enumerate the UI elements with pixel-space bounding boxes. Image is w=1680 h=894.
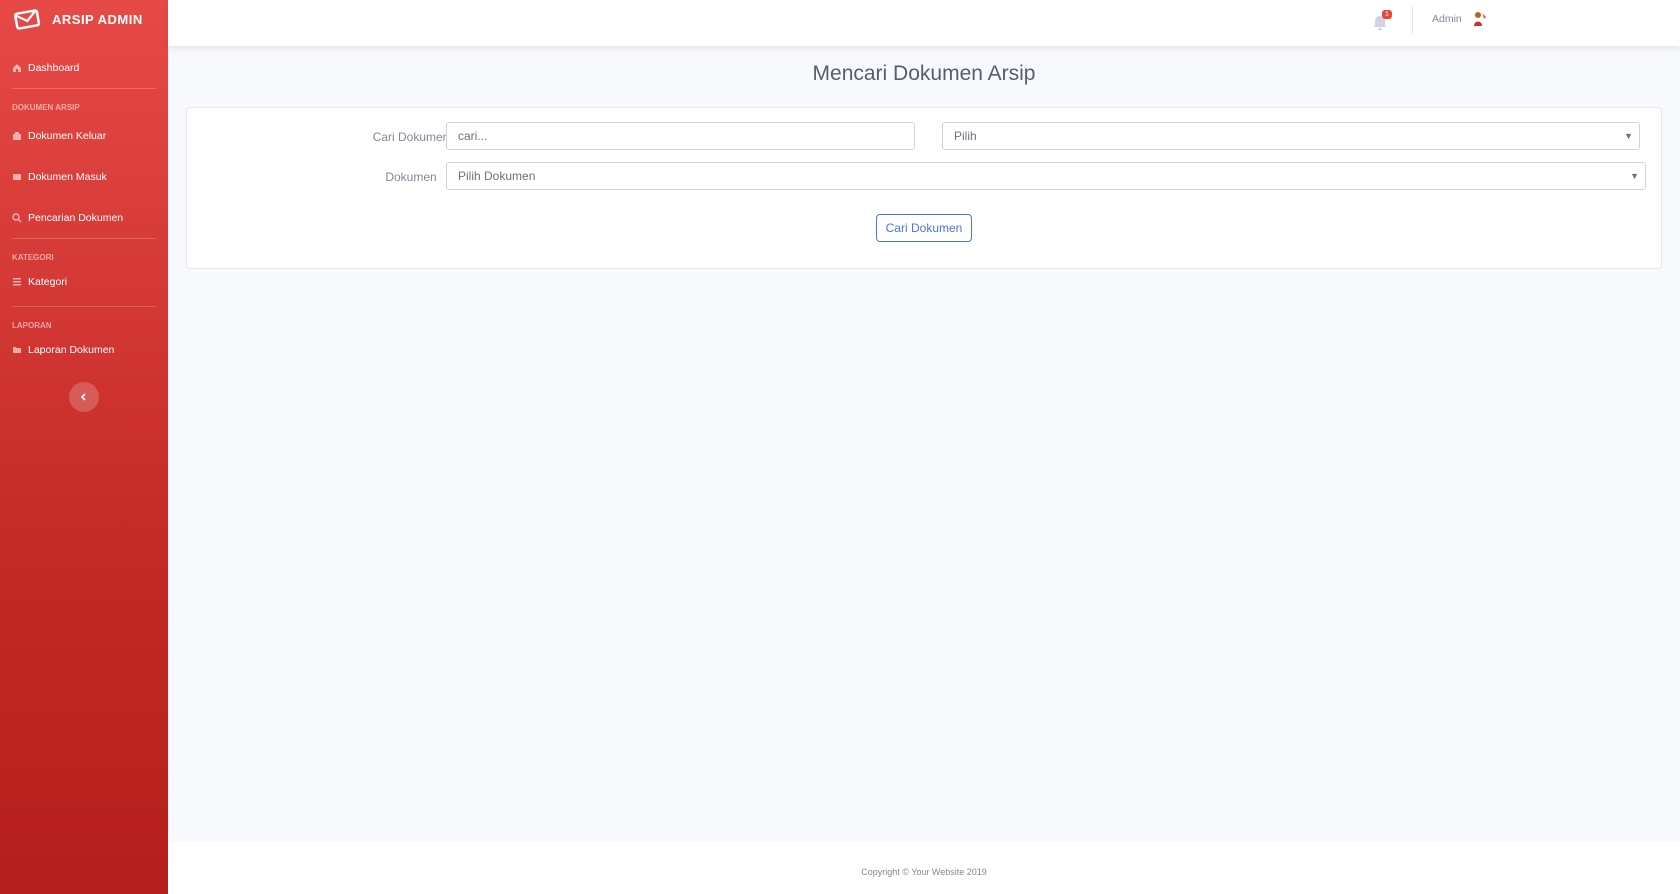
search-placeholder: cari... [458,129,488,143]
footer: Copyright © Your Website 2019 [168,842,1680,894]
caret-down-icon: ▼ [1630,171,1639,181]
sidebar-item-label: Kategori [28,276,68,288]
filter-select-value: Pilih [954,129,977,143]
folder-icon [12,345,22,355]
section-heading: KATEGORI [12,253,54,262]
section-heading: LAPORAN [12,321,52,330]
sidebar-item-kategori[interactable]: Kategori [0,266,168,298]
copyright-text: Copyright © Your Website 2019 [861,867,987,877]
alert-count-badge: 1 [1382,10,1392,19]
search-icon [12,213,22,223]
brand[interactable]: ARSIP ADMIN [0,0,168,38]
user-name: Admin [1432,13,1462,25]
sidebar-item-label: Dokumen Keluar [28,130,107,142]
user-menu[interactable]: Admin [1432,10,1488,28]
caret-down-icon: ▼ [1624,131,1633,141]
sidebar-item-dokumen-masuk[interactable]: Dokumen Masuk [0,156,168,198]
brand-name: ARSIP ADMIN [52,11,143,27]
search-form-card: Cari Dokumen cari... Pilih ▼ Dokumen Pil… [186,107,1662,269]
sidebar-item-label: Dokumen Masuk [28,171,107,183]
document-select[interactable]: Pilih Dokumen ▼ [446,162,1646,190]
search-submit-button[interactable]: Cari Dokumen [876,214,972,242]
sidebar-item-dokumen-keluar[interactable]: Dokumen Keluar [0,116,168,156]
sidebar-item-pencarian-dokumen[interactable]: Pencarian Dokumen [0,198,168,238]
page-title: Mencari Dokumen Arsip [812,62,1036,85]
section-heading: DOKUMEN ARSIP [12,103,80,112]
sidebar-item-laporan-dokumen[interactable]: Laporan Dokumen [0,334,168,366]
avatar [1473,12,1486,26]
sidebar-item-label: Dashboard [28,62,80,74]
building-icon [12,131,22,141]
document-select-value: Pilih Dokumen [458,169,536,183]
envelope-icon [14,9,41,30]
sidebar-toggle-button[interactable] [69,382,99,412]
sidebar-item-label: Laporan Dokumen [28,344,115,356]
sidebar: ARSIP ADMIN Dashboard DOKUMEN ARSIP Doku… [0,0,168,894]
list-icon [12,277,22,287]
home-icon [12,63,22,73]
sidebar-item-label: Pencarian Dokumen [28,212,124,224]
filter-select[interactable]: Pilih ▼ [942,122,1640,150]
search-input[interactable]: cari... [446,122,915,150]
sidebar-item-dashboard[interactable]: Dashboard [0,48,168,88]
topbar-divider [1412,6,1413,34]
inbox-icon [12,172,22,182]
chevron-left-icon [80,393,86,401]
